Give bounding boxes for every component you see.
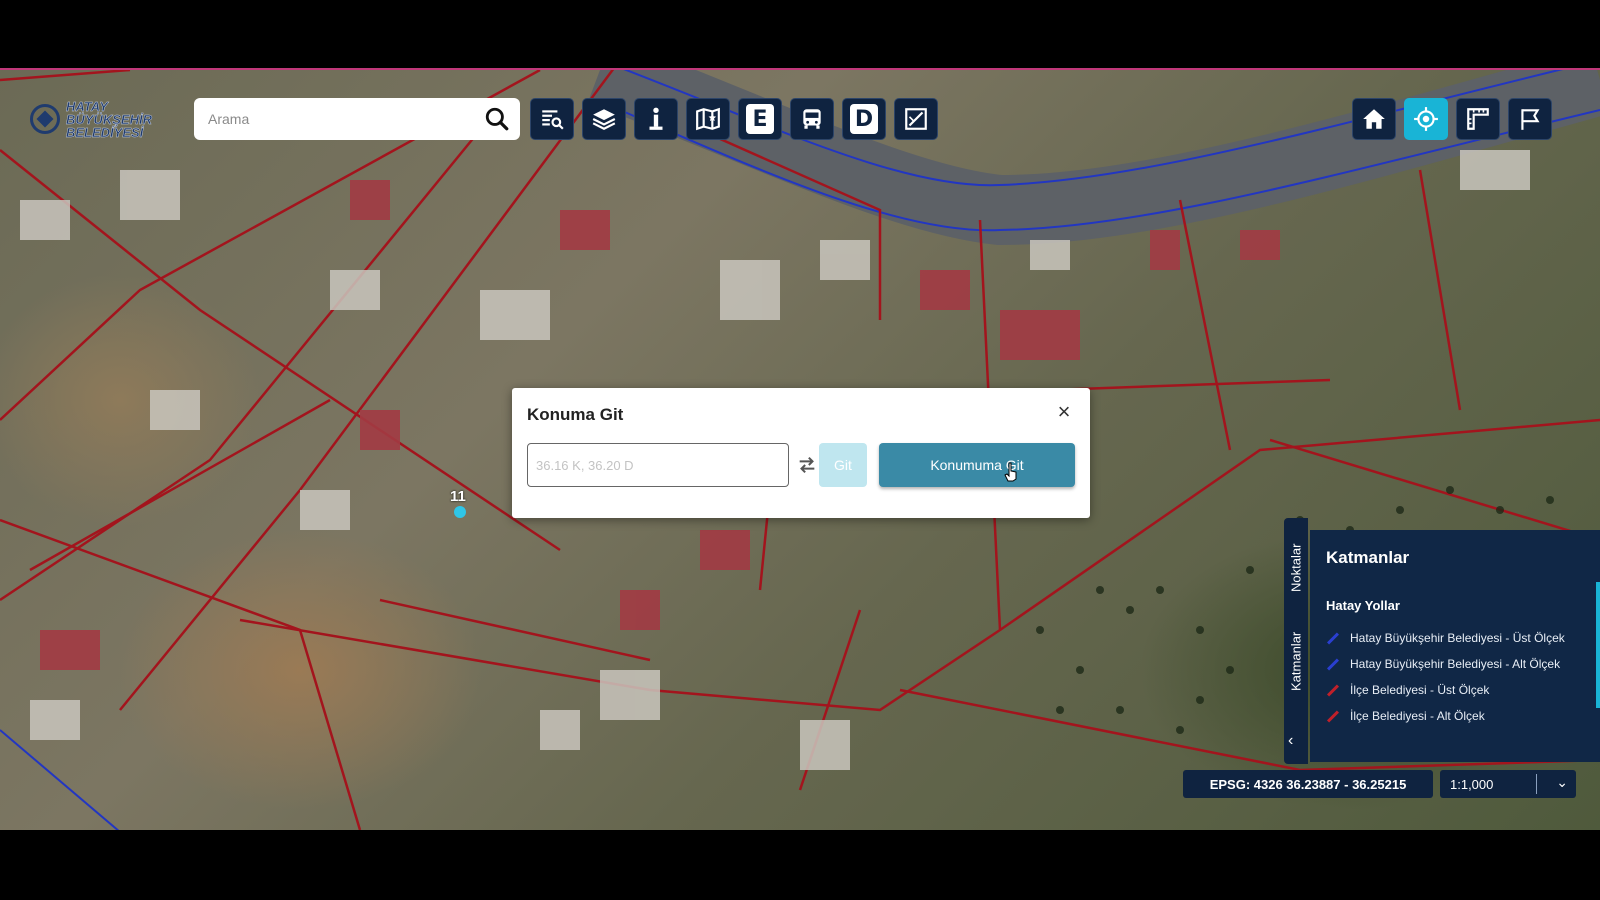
scale-select[interactable]: 1:1,000 ⌄: [1440, 770, 1576, 798]
layers-button[interactable]: [582, 98, 626, 140]
tab-points[interactable]: Noktalar: [1284, 528, 1308, 608]
swap-icon[interactable]: [796, 454, 818, 476]
map-marker-label: 11: [450, 488, 466, 505]
tab-layers[interactable]: Katmanlar: [1284, 618, 1308, 704]
layer-line-swatch-icon: [1326, 709, 1340, 723]
flag-icon: [1521, 109, 1540, 130]
layer-item[interactable]: İlçe Belediyesi - Alt Ölçek: [1326, 709, 1584, 723]
map-marker[interactable]: [454, 506, 466, 518]
list-search-button[interactable]: [530, 98, 574, 140]
scale-value: 1:1,000: [1450, 776, 1494, 792]
logo-text: HATAY BÜYÜKŞEHİR BELEDİYESİ: [66, 98, 152, 140]
ruler-icon: [1467, 108, 1489, 130]
go-to-my-location-button[interactable]: Konumuma Git: [879, 443, 1075, 487]
logo-line-3: BELEDİYESİ: [66, 124, 144, 140]
layer-item[interactable]: Hatay Büyükşehir Belediyesi - Alt Ölçek: [1326, 657, 1584, 671]
main-toolbar: E D: [530, 98, 938, 140]
letter-d-icon: D: [850, 104, 878, 134]
layer-group-title: Hatay Yollar: [1326, 598, 1400, 613]
coordinate-readout: EPSG: 4326 36.23887 - 36.25215: [1183, 770, 1433, 798]
chevron-down-icon[interactable]: ⌄: [1556, 774, 1568, 791]
close-icon[interactable]: ×: [1054, 401, 1074, 423]
layer-item[interactable]: Hatay Büyükşehir Belediyesi - Üst Ölçek: [1326, 631, 1584, 645]
hatay-logo[interactable]: HATAY BÜYÜKŞEHİR BELEDİYESİ: [30, 95, 180, 143]
map-favorites-button[interactable]: [686, 98, 730, 140]
layer-item-label: Hatay Büyükşehir Belediyesi - Üst Ölçek: [1350, 631, 1565, 645]
search-bar: [194, 98, 520, 140]
dialog-title: Konuma Git: [527, 405, 624, 424]
e-button[interactable]: E: [738, 98, 782, 140]
search-icon[interactable]: [484, 106, 510, 132]
draw-edit-button[interactable]: [894, 98, 938, 140]
layers-panel: Katmanlar Hatay Yollar Hatay Büyükşehir …: [1310, 530, 1600, 762]
bus-button[interactable]: [790, 98, 834, 140]
info-button[interactable]: [634, 98, 678, 140]
search-input[interactable]: [208, 111, 484, 127]
hand-cursor-icon: [1004, 462, 1017, 482]
go-button[interactable]: Git: [819, 443, 867, 487]
d-button[interactable]: D: [842, 98, 886, 140]
scale-divider: [1536, 774, 1537, 794]
side-tabs: Noktalar Katmanlar ‹: [1284, 518, 1308, 764]
layer-item-label: İlçe Belediyesi - Üst Ölçek: [1350, 683, 1490, 697]
bus-icon: [803, 109, 821, 129]
home-icon: [1363, 109, 1385, 129]
logo-line-1: HATAY: [66, 98, 108, 114]
layer-item-label: Hatay Büyükşehir Belediyesi - Alt Ölçek: [1350, 657, 1561, 671]
coordinate-input[interactable]: [527, 443, 789, 487]
info-icon: [649, 107, 663, 130]
navigation-toolbar: [1352, 98, 1552, 140]
goto-location-dialog: Konuma Git × Git Konumuma Git: [512, 388, 1090, 518]
flag-button[interactable]: [1508, 98, 1552, 140]
logo-icon: [30, 104, 60, 134]
measure-button[interactable]: [1456, 98, 1500, 140]
app-window: 11 HATAY BÜYÜKŞEHİR BELEDİYESİ Arama E D…: [0, 0, 1600, 900]
layers-icon: [592, 109, 616, 130]
layer-line-swatch-icon: [1326, 657, 1340, 671]
locate-button[interactable]: [1404, 98, 1448, 140]
layer-line-swatch-icon: [1326, 631, 1340, 645]
map-star-icon: [696, 107, 720, 131]
letter-e-icon: E: [746, 104, 774, 134]
layer-item[interactable]: İlçe Belediyesi - Üst Ölçek: [1326, 683, 1584, 697]
layers-scrollbar[interactable]: [1596, 582, 1600, 708]
layers-panel-title: Katmanlar: [1326, 548, 1410, 567]
list-search-icon: [542, 110, 564, 130]
collapse-panel-icon[interactable]: ‹: [1288, 732, 1293, 750]
logo-line-2: BÜYÜKŞEHİR: [66, 111, 152, 127]
layer-item-label: İlçe Belediyesi - Alt Ölçek: [1350, 709, 1485, 723]
draw-edit-icon: [905, 108, 927, 130]
home-button[interactable]: [1352, 98, 1396, 140]
locate-icon: [1414, 107, 1438, 131]
layer-line-swatch-icon: [1326, 683, 1340, 697]
